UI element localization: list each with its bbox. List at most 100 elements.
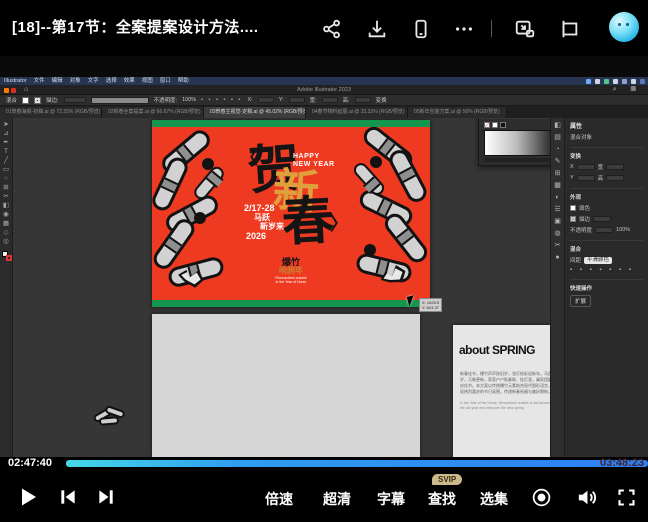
fill-swatch[interactable]	[22, 97, 29, 104]
transform-label[interactable]: 变换	[376, 96, 387, 104]
stroke-label: 描边	[579, 215, 590, 223]
tool-icon[interactable]: ▦	[3, 220, 9, 228]
date-text: 2/17-28	[244, 204, 284, 213]
subtitle-button[interactable]: 字幕	[377, 489, 405, 509]
spacing-dropdown[interactable]: 平滑颜色	[584, 257, 612, 264]
fullscreen-button[interactable]	[616, 487, 637, 508]
more-icon[interactable]	[453, 18, 475, 40]
panel-icon[interactable]: ✂	[555, 242, 561, 250]
tool-icon[interactable]: ◎	[3, 238, 9, 246]
firecracker-illustration	[386, 147, 430, 206]
tool-icon[interactable]: ╱	[4, 157, 8, 165]
y-input[interactable]	[289, 97, 305, 103]
h-input[interactable]	[355, 97, 371, 103]
phone-icon[interactable]	[410, 18, 432, 40]
prop-x-input[interactable]	[577, 164, 595, 170]
panel-icon[interactable]: ▦	[554, 182, 561, 190]
document-tab[interactable]: 05新年包装方案.ai @ 50% (RGB/预览)	[408, 107, 507, 118]
w-input[interactable]	[322, 97, 338, 103]
tool-icon[interactable]: ◧	[3, 202, 9, 210]
gradient-slider[interactable]	[484, 158, 556, 162]
stroke-input[interactable]	[593, 216, 611, 222]
tool-icon[interactable]: ○	[4, 175, 8, 183]
opacity-input[interactable]	[595, 227, 613, 233]
avatar[interactable]	[609, 12, 639, 42]
tool-icon[interactable]: ➤	[3, 121, 8, 129]
prop-w-input[interactable]	[606, 164, 624, 170]
about-spring-artboard[interactable]: about SPRING 新春佳节，爆竹声声辞旧岁，张灯结彩迎新年。马跃新岁，万…	[453, 325, 563, 457]
volume-icon[interactable]	[575, 486, 598, 509]
tool-icon[interactable]: T	[4, 148, 8, 156]
poster-artboard[interactable]: 〈 贺 新 春 〉 HAPPYNEW YEAR 2/17-28 马跃 新岁来 2…	[152, 120, 430, 307]
prop-h-input[interactable]	[606, 175, 624, 181]
pip-icon[interactable]	[514, 18, 536, 40]
panel-icon[interactable]: ▣	[554, 218, 561, 226]
tool-icon[interactable]: ▭	[3, 166, 9, 174]
panel-icon[interactable]: ◍	[554, 230, 560, 238]
tool-icon[interactable]: ◇	[4, 229, 9, 237]
align-buttons[interactable]: ▪ ▪ ▪ ▪ ▪ ▪ ▪	[570, 267, 643, 273]
stroke-input[interactable]	[64, 97, 86, 103]
episodes-button[interactable]: 选集	[480, 489, 508, 509]
tool-icon[interactable]: ◉	[3, 211, 9, 219]
tool-icon[interactable]: ✂	[3, 193, 8, 201]
panel-icon[interactable]: ◧	[554, 122, 561, 130]
tool-icon[interactable]: ⊞	[3, 184, 8, 192]
theater-mode-icon[interactable]	[558, 18, 580, 40]
document-tab[interactable]: 02新春全案提案.ai @ 66.67% (RGB/预览)	[102, 107, 204, 118]
fill-stroke-indicator[interactable]	[2, 251, 11, 260]
previous-episode-button[interactable]	[58, 487, 78, 507]
canvas[interactable]: 画板 1	[13, 118, 563, 457]
document-tab[interactable]: 01贺春海报-初稿.ai @ 72.25% (RGB/预览)	[0, 107, 102, 118]
document-tab[interactable]: 04春节物料延展.ai @ 33.33% (RGB/预览)	[306, 107, 408, 118]
menu-item[interactable]: 效果	[124, 77, 135, 85]
prop-y-input[interactable]	[577, 175, 595, 181]
gradient-black-swatch[interactable]	[500, 122, 506, 128]
align-buttons[interactable]: ▪ ▪ ▪ ▪ ▪ ▪	[201, 97, 242, 103]
menu-item[interactable]: 视图	[142, 77, 153, 85]
panel-icon[interactable]: ●	[555, 254, 559, 262]
panel-icon[interactable]: ▤	[554, 134, 561, 142]
share-icon[interactable]	[321, 18, 343, 40]
download-icon[interactable]	[366, 18, 388, 40]
panel-icon[interactable]: ◐	[555, 194, 559, 202]
properties-panel: 属性 混合对象 变换 X 宽 Y 高 外观 填色 描边	[564, 118, 648, 457]
record-icon[interactable]	[531, 487, 552, 508]
menu-item[interactable]: 帮助	[178, 77, 189, 85]
artboard-2[interactable]	[152, 314, 420, 457]
about-paragraph: 新春佳节，爆竹声声辞旧岁，张灯结彩迎新年。马跃新岁，万象更新，家家户户贴春联、挂…	[460, 371, 556, 395]
stroke-swatch[interactable]	[570, 216, 576, 222]
menu-item[interactable]: Illustrator	[4, 77, 27, 85]
panel-icon[interactable]: ◔	[555, 146, 559, 154]
gradient-white-swatch[interactable]	[492, 122, 498, 128]
document-tab[interactable]: 03贺春主视觉-定稿.ai @ 45.02% (RGB/预览)	[204, 107, 306, 118]
menu-item[interactable]: 对象	[70, 77, 81, 85]
panel-icon[interactable]: ☰	[554, 206, 560, 214]
play-button[interactable]	[16, 485, 40, 509]
menu-item[interactable]: 选择	[106, 77, 117, 85]
properties-header[interactable]: 属性	[570, 121, 643, 130]
x-input[interactable]	[258, 97, 274, 103]
menu-item[interactable]: 文字	[88, 77, 99, 85]
panel-icon[interactable]: ✎	[555, 158, 561, 166]
expand-button[interactable]: 扩展	[570, 295, 591, 307]
next-episode-button[interactable]	[96, 487, 116, 507]
menu-item[interactable]: 窗口	[160, 77, 171, 85]
menu-item[interactable]: 编辑	[52, 77, 63, 85]
search-workspace-icons[interactable]: ⌕ ▦	[613, 86, 642, 94]
progress-bar[interactable]	[66, 460, 648, 467]
gradient-none-swatch[interactable]	[484, 122, 490, 128]
speed-button[interactable]: 倍速	[265, 489, 293, 509]
gradient-preview[interactable]	[484, 130, 556, 156]
stroke-swatch[interactable]	[34, 97, 41, 104]
menu-item[interactable]: 文件	[34, 77, 45, 85]
panel-icon[interactable]: ⊞	[555, 170, 561, 178]
tool-icon[interactable]: ⊿	[3, 130, 8, 138]
video-frame[interactable]: Illustrator文件编辑对象文字选择效果视图窗口帮助 ⌂ Adobe Il…	[0, 56, 648, 457]
find-button[interactable]: 查找	[428, 489, 456, 509]
variable-width-input[interactable]	[91, 97, 149, 104]
tool-icon[interactable]: ✒	[3, 139, 8, 147]
opacity-value[interactable]: 100%	[182, 97, 196, 103]
fill-swatch[interactable]	[570, 205, 576, 211]
quality-button[interactable]: 超清	[323, 489, 351, 509]
